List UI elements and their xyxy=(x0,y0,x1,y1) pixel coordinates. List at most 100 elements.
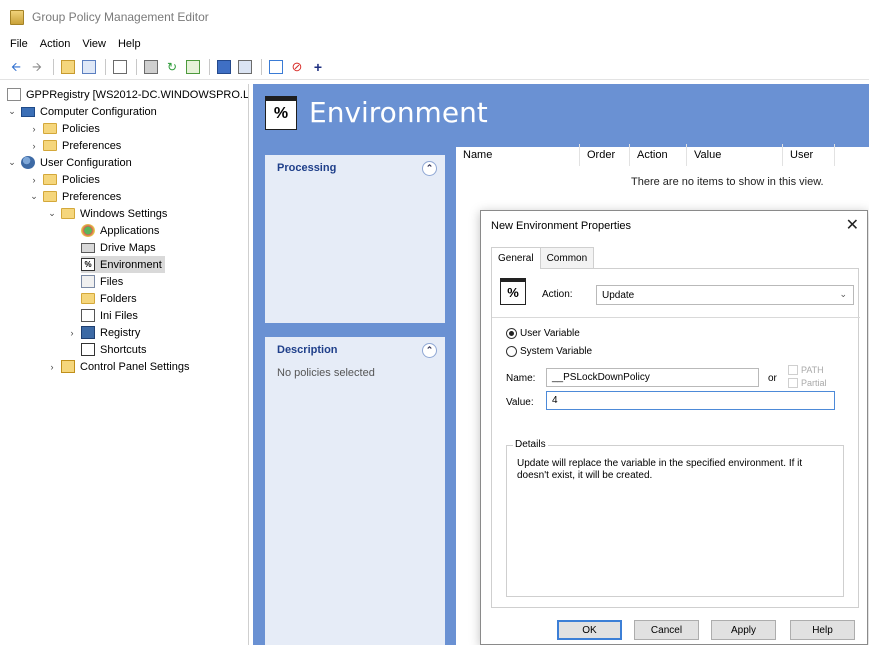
or-label: or xyxy=(768,373,777,384)
delete-icon[interactable]: ⊘ xyxy=(289,59,305,75)
back-arrow-icon[interactable]: 🡨 xyxy=(8,59,24,75)
column-action[interactable]: Action xyxy=(630,144,687,166)
tree-computer-configuration[interactable]: ⌄ Computer Configuration xyxy=(7,103,157,120)
tree-cc-preferences[interactable]: › Preferences xyxy=(29,137,122,154)
menu-file[interactable]: File xyxy=(10,38,28,50)
user-variable-label: User Variable xyxy=(520,328,580,339)
users-icon xyxy=(21,156,35,169)
folder-icon xyxy=(61,208,75,219)
toolbar-separator xyxy=(136,58,137,75)
tab-general[interactable]: General xyxy=(491,247,541,269)
tree-root-gpo[interactable]: GPPRegistry [WS2012-DC.WINDOWSPRO.L xyxy=(7,86,249,103)
collapse-icon[interactable]: ⌃ xyxy=(422,160,437,176)
tree-label: Windows Settings xyxy=(80,207,168,220)
action-select-value: Update xyxy=(602,289,635,301)
tree-user-configuration[interactable]: ⌄ User Configuration xyxy=(7,154,132,171)
user-variable-radio[interactable]: User Variable xyxy=(506,328,580,339)
column-user[interactable]: User xyxy=(783,144,835,166)
column-name[interactable]: Name xyxy=(456,144,580,166)
value-label: Value: xyxy=(506,397,534,408)
description-header[interactable]: Description ⌃ xyxy=(265,337,445,363)
drive-icon xyxy=(81,242,95,253)
value-input[interactable]: 4 xyxy=(546,391,835,410)
show-hide-tree-icon[interactable] xyxy=(81,59,97,75)
tree-environment[interactable]: % Environment xyxy=(81,256,165,273)
menu-view[interactable]: View xyxy=(82,38,106,50)
menu-help[interactable]: Help xyxy=(118,38,141,50)
menu-action[interactable]: Action xyxy=(40,38,71,50)
help-button[interactable]: Help xyxy=(790,620,855,640)
chevron-down-icon[interactable]: ⌄ xyxy=(29,191,39,202)
toolbar-separator xyxy=(53,58,54,75)
chevron-right-icon[interactable]: › xyxy=(29,124,39,134)
cancel-button[interactable]: Cancel xyxy=(634,620,699,640)
forward-arrow-icon[interactable]: 🡪 xyxy=(29,59,45,75)
tree-ini-files[interactable]: Ini Files xyxy=(81,307,138,324)
tree-folders[interactable]: Folders xyxy=(81,290,137,307)
column-order[interactable]: Order xyxy=(580,144,630,166)
radio-unselected-icon xyxy=(506,346,517,357)
title-bar: Group Policy Management Editor xyxy=(0,0,869,34)
chevron-down-icon[interactable]: ⌄ xyxy=(47,208,57,219)
system-variable-radio[interactable]: System Variable xyxy=(506,346,592,357)
tree-control-panel-settings[interactable]: › Control Panel Settings xyxy=(47,358,189,375)
gpo-editor-app-icon xyxy=(10,9,24,25)
collapse-icon[interactable]: ⌃ xyxy=(422,342,437,358)
export-list-icon[interactable] xyxy=(185,59,201,75)
chevron-down-icon[interactable]: ⌄ xyxy=(7,106,17,117)
processing-title: Processing xyxy=(277,162,337,174)
tree-files[interactable]: Files xyxy=(81,273,123,290)
checkbox-icon xyxy=(788,378,798,388)
chevron-right-icon[interactable]: › xyxy=(29,175,39,185)
partial-checkbox[interactable]: Partial xyxy=(788,378,827,388)
page-title: Environment xyxy=(309,96,488,129)
tree-windows-settings[interactable]: ⌄ Windows Settings xyxy=(47,205,167,222)
tree-uc-policies[interactable]: › Policies xyxy=(29,171,100,188)
window-title: Group Policy Management Editor xyxy=(32,10,209,24)
tree-label: Preferences xyxy=(62,190,122,203)
chevron-right-icon[interactable]: › xyxy=(29,141,39,151)
processing-header[interactable]: Processing ⌃ xyxy=(265,155,445,181)
path-label: PATH xyxy=(801,365,824,375)
tree-uc-preferences[interactable]: ⌄ Preferences xyxy=(29,188,121,205)
tree-label: Applications xyxy=(100,224,160,237)
tree-shortcuts[interactable]: Shortcuts xyxy=(81,341,146,358)
folder-icon xyxy=(43,123,57,134)
tree-cc-policies[interactable]: › Policies xyxy=(29,120,100,137)
name-input[interactable]: __PSLockDownPolicy xyxy=(546,368,759,387)
tree-applications[interactable]: Applications xyxy=(81,222,159,239)
column-value[interactable]: Value xyxy=(687,144,783,166)
properties-icon[interactable] xyxy=(112,59,128,75)
description-title: Description xyxy=(277,344,338,356)
chevron-down-icon[interactable]: ⌄ xyxy=(7,157,17,168)
action-label: Action: xyxy=(542,289,573,300)
view-icon[interactable] xyxy=(237,59,253,75)
new-item-icon[interactable] xyxy=(268,59,284,75)
toolbar-separator xyxy=(105,58,106,75)
toolbar: 🡨 🡪 ↻ ⊘ + xyxy=(0,54,869,80)
ok-button[interactable]: OK xyxy=(557,620,622,640)
add-icon[interactable]: + xyxy=(310,59,326,75)
tab-common[interactable]: Common xyxy=(539,247,595,268)
system-variable-label: System Variable xyxy=(520,346,593,357)
computer-icon xyxy=(21,106,35,117)
shortcut-icon xyxy=(81,343,95,356)
tree-label: Environment xyxy=(100,258,162,271)
chevron-right-icon[interactable]: › xyxy=(47,362,57,372)
action-select[interactable]: Update ⌄ xyxy=(596,285,854,305)
tree-drive-maps[interactable]: Drive Maps xyxy=(81,239,156,256)
chevron-right-icon[interactable]: › xyxy=(67,328,77,338)
apply-button[interactable]: Apply xyxy=(711,620,776,640)
up-folder-icon[interactable] xyxy=(60,59,76,75)
gpo-icon xyxy=(7,88,21,101)
path-checkbox[interactable]: PATH xyxy=(788,365,824,375)
new-environment-properties-dialog: New Environment Properties ✕ General Com… xyxy=(480,210,868,645)
help-icon[interactable] xyxy=(216,59,232,75)
environment-icon: % xyxy=(265,96,297,130)
refresh-icon[interactable]: ↻ xyxy=(164,59,180,75)
print-icon[interactable] xyxy=(143,59,159,75)
close-icon[interactable]: ✕ xyxy=(846,215,859,235)
tree-root-label: GPPRegistry [WS2012-DC.WINDOWSPRO.L xyxy=(26,88,249,101)
dialog-title: New Environment Properties xyxy=(491,220,632,232)
tree-registry[interactable]: › Registry xyxy=(67,324,140,341)
